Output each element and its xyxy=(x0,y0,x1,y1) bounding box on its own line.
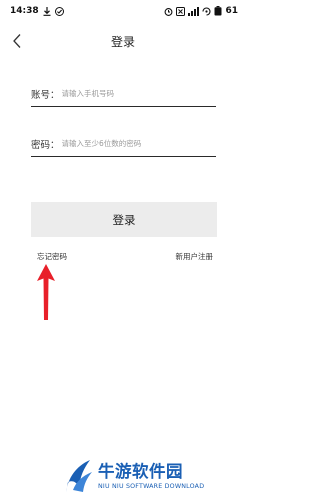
watermark: 牛游软件园 NIU NIU SOFTWARE DOWNLOAD xyxy=(62,457,242,495)
back-button[interactable] xyxy=(6,30,28,52)
status-right: 61 xyxy=(164,6,238,16)
chevron-left-icon xyxy=(13,34,21,48)
account-input[interactable] xyxy=(61,89,216,98)
account-label: 账号： xyxy=(31,89,60,101)
password-field: 密码： xyxy=(31,131,216,157)
network-speed-icon xyxy=(202,6,211,16)
battery-level: 61 xyxy=(225,6,238,16)
watermark-text: 牛游软件园 NIU NIU SOFTWARE DOWNLOAD xyxy=(98,462,204,491)
password-input[interactable] xyxy=(61,139,216,148)
login-button[interactable]: 登录 xyxy=(31,202,217,237)
annotation-arrow-icon xyxy=(37,264,55,320)
password-label: 密码： xyxy=(31,139,60,151)
page-title: 登录 xyxy=(110,34,135,49)
sim-x-icon xyxy=(176,6,186,16)
forgot-password-link[interactable]: 忘记密码 xyxy=(37,251,67,262)
battery-icon xyxy=(214,6,222,16)
status-left: 14:38 xyxy=(10,6,64,16)
watermark-title: 牛游软件园 xyxy=(98,461,183,481)
login-screen: 14:38 61 登录 账号： 请输入手机号码 密码： 登录 忘记密码 新用户注… xyxy=(0,0,246,500)
status-bar: 14:38 61 xyxy=(0,0,246,22)
watermark-logo-icon xyxy=(66,460,92,492)
account-field: 账号： xyxy=(31,81,216,107)
signal-icon xyxy=(188,6,200,16)
status-time: 14:38 xyxy=(10,6,39,16)
alarm-icon xyxy=(164,7,173,16)
register-link[interactable]: 新用户注册 xyxy=(176,251,214,262)
watermark-subtitle: NIU NIU SOFTWARE DOWNLOAD xyxy=(98,482,205,490)
check-shield-icon xyxy=(54,6,64,16)
app-header: 登录 xyxy=(0,26,246,56)
download-icon xyxy=(43,6,51,16)
